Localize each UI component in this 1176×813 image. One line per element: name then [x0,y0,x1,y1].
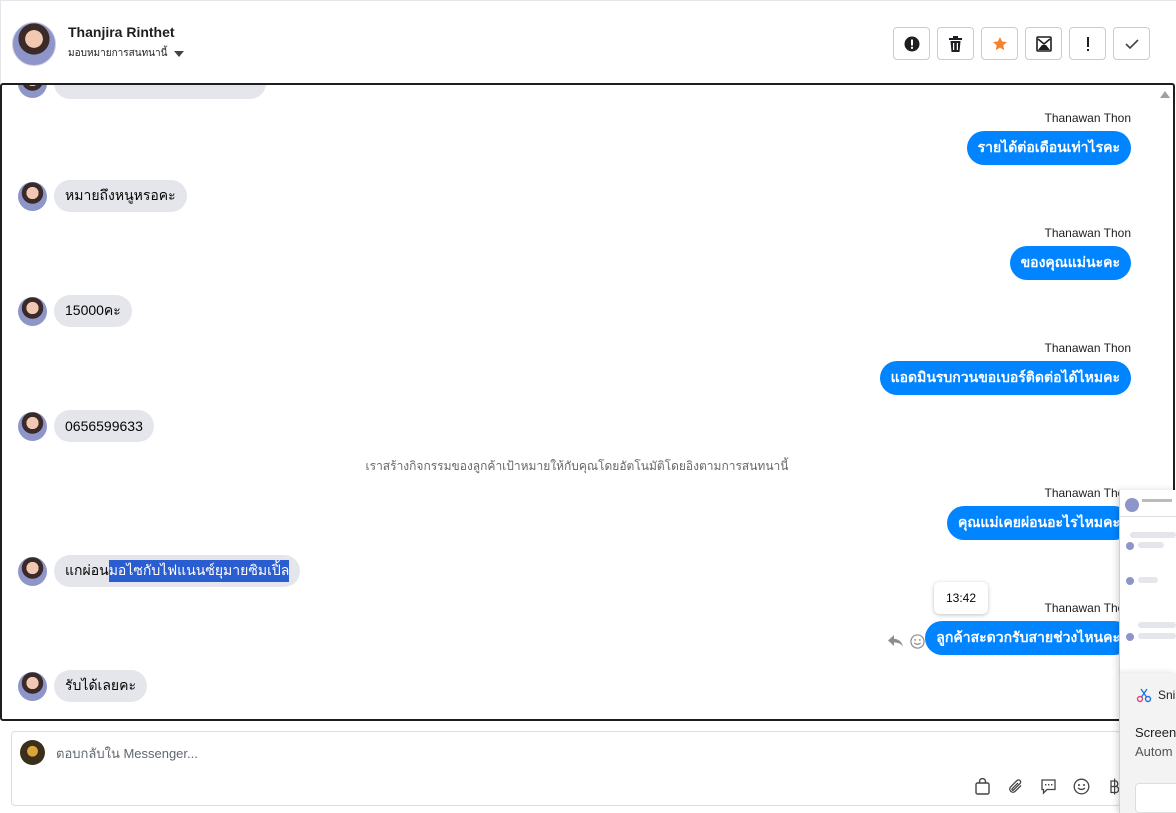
message-bubble-in[interactable]: รับได้เลยคะ [54,670,147,702]
reply-icon[interactable] [887,634,904,648]
attach-button[interactable] [1005,776,1026,797]
sender-name: Thanawan Thon [1044,226,1131,240]
thumbnail-line [1142,499,1172,502]
chat-bubble-icon [1041,779,1056,795]
selected-text[interactable]: มอไซกับไฟแนนซ์ยุมายซิมเปิ้ล [108,560,290,582]
message-bubble-out[interactable]: คุณแม่เคยผ่อนอะไรไหมคะ [946,506,1131,540]
contact-avatar[interactable] [12,22,56,66]
notification-line-2: Autom [1135,744,1173,759]
mark-done-button[interactable] [1113,27,1150,60]
message-bubble-in[interactable]: 15000คะ [54,295,132,327]
snipping-tool-icon [1136,688,1152,703]
spam-button[interactable] [893,27,930,60]
done-check-icon [1124,38,1139,49]
follow-up-icon [1086,36,1089,51]
snipping-tool-notification[interactable]: Sni Screen Autom [1119,673,1176,813]
assign-label: มอบหมายการสนทนานี้ [68,48,168,59]
notification-title: Sni [1158,688,1176,702]
star-button[interactable] [981,27,1018,60]
scroll-up-arrow-icon[interactable] [1160,91,1170,98]
chevron-down-icon [174,50,185,57]
contact-avatar-small [18,297,47,326]
contact-avatar-small [18,557,47,586]
trash-icon [949,35,962,52]
mark-unread-button[interactable] [1025,27,1062,60]
delete-button[interactable] [937,27,974,60]
messenger-inbox: Thanjira Rinthet มอบหมายการสนทนานี้ Than… [0,0,1176,813]
thumbnail-avatar [1126,577,1134,585]
message-bubble-in[interactable]: แกผ่อน มอไซกับไฟแนนซ์ยุมายซิมเปิ้ล [54,555,301,587]
emoji-icon [1073,778,1090,795]
timestamp-tooltip: 13:42 [934,582,988,614]
system-notice: เราสร้างกิจกรรมของลูกค้าเป้าหมายให้กับคุ… [365,459,789,473]
thumbnail-bubble [1130,532,1176,538]
message-bubble-out[interactable]: ของคุณแม่นะคะ [1009,246,1131,280]
contact-avatar-small [18,85,47,98]
message-bubble-out[interactable]: ลูกค้าสะดวกรับสายช่วงไหนคะ [925,621,1131,655]
message-bubble-partial[interactable] [54,85,266,99]
follow-up-button[interactable] [1069,27,1106,60]
reply-input[interactable] [56,746,756,761]
message-bubble-out[interactable]: รายได้ต่อเดือนเท่าไรคะ [966,131,1131,165]
mark-unread-icon [1035,35,1052,52]
thumbnail-avatar [1126,633,1134,641]
conversation-header: Thanjira Rinthet มอบหมายการสนทนานี้ [0,0,1176,84]
message-bubble-out[interactable]: แอดมินรบกวนขอเบอร์ติดต่อได้ไหมคะ [879,361,1131,395]
react-smiley-icon[interactable] [910,634,925,649]
assign-conversation-dropdown[interactable]: มอบหมายการสนทนานี้ [68,46,185,61]
contact-avatar-small [18,182,47,211]
message-bubble-in[interactable]: 0656599633 [54,410,154,442]
saved-replies-button[interactable] [1038,776,1059,797]
thumbnail-bubble [1138,633,1176,639]
contact-avatar-small [18,412,47,441]
reply-composer[interactable] [11,731,1121,806]
message-bubble-in[interactable]: หมายถึงหนูหรอคะ [54,180,187,212]
thumbnail-bubble [1138,542,1164,548]
composer-tools [972,776,1125,797]
sender-name: Thanawan Thon [1044,341,1131,355]
emoji-button[interactable] [1071,776,1092,797]
message-tools [887,634,925,649]
star-icon [992,36,1007,50]
notification-line-1: Screen [1135,725,1176,740]
notification-action-button[interactable] [1135,783,1176,813]
message-text: แกผ่อน [65,562,109,578]
paperclip-icon [1009,779,1022,793]
thumbnail-avatar [1126,542,1134,550]
page-avatar [20,740,45,765]
sender-name: Thanawan Thon [1044,111,1131,125]
conversation-actions [893,27,1150,60]
shopping-bag-icon [975,778,990,795]
shop-bag-button[interactable] [972,776,993,797]
thumbnail-avatar [1125,498,1139,512]
contact-avatar-small [18,672,47,701]
spam-icon [904,36,919,51]
contact-name[interactable]: Thanjira Rinthet [68,24,175,40]
thumbnail-divider [1120,516,1176,517]
screenshot-thumbnail[interactable] [1119,490,1176,673]
message-thread[interactable]: Thanawan Thon รายได้ต่อเดือนเท่าไรคะ หมา… [0,83,1175,721]
thumbnail-bubble [1138,622,1176,628]
thumbnail-bubble [1138,577,1158,583]
